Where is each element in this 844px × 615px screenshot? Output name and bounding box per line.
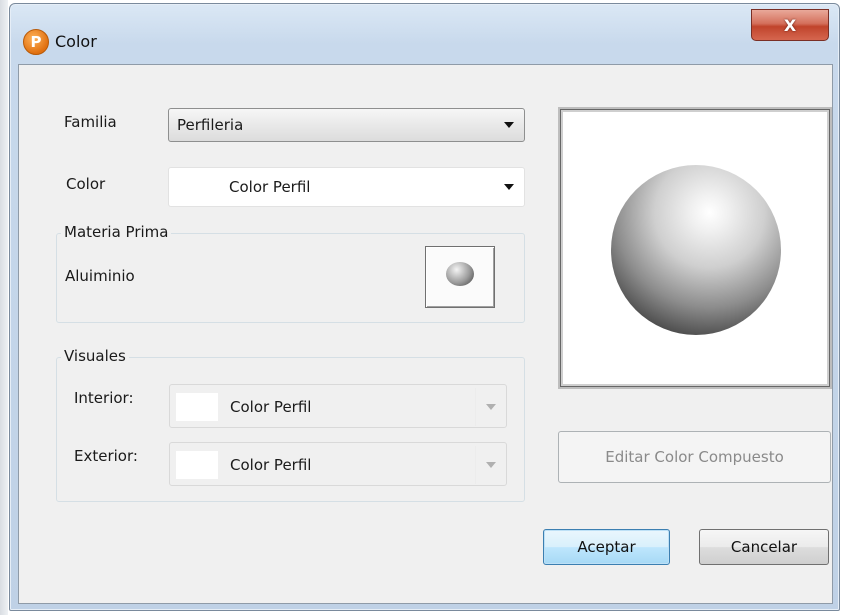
app-logo-icon: P: [23, 29, 49, 55]
color-dialog: P Color X Familia Perfileria Color Color…: [9, 3, 840, 611]
interior-color-swatch: [176, 393, 218, 421]
visuales-group: Visuales Interior: Color Perfil Exterior…: [56, 347, 525, 502]
chevron-down-icon: [504, 122, 514, 128]
chevron-down-icon: [486, 462, 496, 468]
sphere-icon: [446, 262, 474, 286]
familia-select[interactable]: Perfileria: [168, 108, 525, 142]
color-label: Color: [66, 175, 106, 193]
materia-prima-title: Materia Prima: [61, 223, 172, 241]
chevron-down-icon: [486, 404, 496, 410]
materia-prima-value: Aluiminio: [65, 267, 135, 285]
desktop-background: [0, 0, 8, 615]
exterior-select[interactable]: Color Perfil: [169, 442, 507, 486]
app-logo-letter: P: [30, 33, 42, 51]
combo-divider: [475, 446, 476, 484]
color-select[interactable]: Color Perfil: [168, 167, 525, 207]
close-button[interactable]: X: [751, 9, 829, 41]
exterior-color-swatch: [176, 451, 218, 479]
familia-select-value: Perfileria: [177, 116, 244, 134]
close-icon: X: [783, 15, 797, 35]
interior-label: Interior:: [74, 389, 134, 407]
cancel-button[interactable]: Cancelar: [699, 529, 829, 565]
interior-select[interactable]: Color Perfil: [169, 384, 507, 428]
dialog-body: Familia Perfileria Color Color Perfil Ma…: [18, 64, 833, 604]
title-bar[interactable]: P Color X: [10, 4, 839, 64]
materia-prima-group: Materia Prima Aluiminio: [56, 223, 525, 323]
visuales-title: Visuales: [61, 347, 129, 365]
combo-divider: [475, 388, 476, 426]
material-preview-button[interactable]: [425, 246, 495, 308]
chevron-down-icon: [504, 184, 514, 190]
exterior-select-value: Color Perfil: [230, 456, 312, 474]
exterior-label: Exterior:: [74, 447, 138, 465]
color-select-value: Color Perfil: [229, 178, 311, 196]
familia-label: Familia: [64, 113, 117, 131]
accept-button[interactable]: Aceptar: [543, 529, 670, 565]
sphere-preview-image: [611, 165, 781, 335]
interior-select-value: Color Perfil: [230, 398, 312, 416]
window-title: Color: [55, 32, 97, 51]
edit-compound-color-button[interactable]: Editar Color Compuesto: [558, 431, 831, 483]
color-preview-panel: [560, 109, 830, 387]
